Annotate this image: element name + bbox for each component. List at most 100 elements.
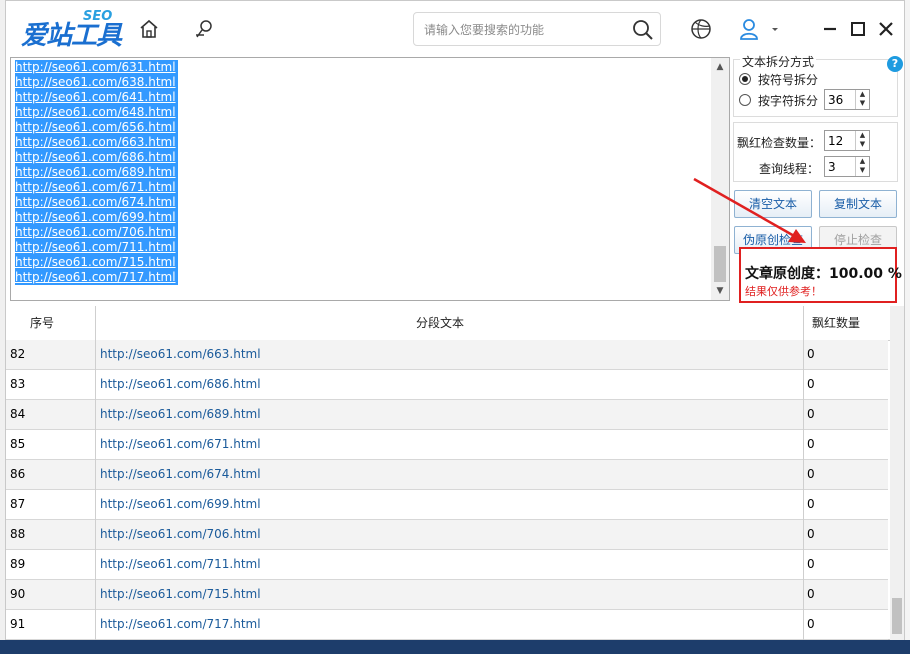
table-row[interactable]: 91 http://seo61.com/717.html 0 <box>6 610 888 640</box>
text-line[interactable]: http://seo61.com/671.html <box>15 180 178 195</box>
table-row[interactable]: 89 http://seo61.com/711.html 0 <box>6 550 888 580</box>
results-table: 序号 分段文本 飘红数量 82 http://seo61.com/663.html… <box>6 306 890 640</box>
copy-text-button[interactable]: 复制文本 <box>819 190 897 218</box>
text-line[interactable]: http://seo61.com/715.html <box>15 255 178 270</box>
cell-index: 82 <box>10 347 26 361</box>
stepper-up-icon[interactable]: ▲ <box>856 157 869 166</box>
text-line[interactable]: http://seo61.com/699.html <box>15 210 178 225</box>
cell-index: 84 <box>10 407 26 421</box>
table-row[interactable]: 88 http://seo61.com/706.html 0 <box>6 520 888 550</box>
table-header: 序号 分段文本 飘红数量 <box>6 306 890 341</box>
cell-text[interactable]: http://seo61.com/715.html <box>100 580 261 609</box>
table-row[interactable]: 84 http://seo61.com/689.html 0 <box>6 400 888 430</box>
user-icon[interactable] <box>737 17 761 41</box>
column-divider <box>95 306 96 640</box>
cell-index: 90 <box>10 587 26 601</box>
column-header-text[interactable]: 分段文本 <box>416 306 464 340</box>
table-row[interactable]: 85 http://seo61.com/671.html 0 <box>6 430 888 460</box>
radio-by-symbol-label: 按符号拆分 <box>758 73 819 87</box>
app-logo: 爱站工具包 SEO <box>21 9 122 88</box>
scrollbar-thumb[interactable] <box>714 246 726 282</box>
text-line[interactable]: http://seo61.com/689.html <box>15 165 178 180</box>
table-scrollbar-thumb[interactable] <box>892 598 902 634</box>
scroll-up-icon[interactable]: ▲ <box>715 62 725 72</box>
input-textarea[interactable]: http://seo61.com/631.html http://seo61.co… <box>10 57 730 301</box>
maximize-button[interactable] <box>846 17 870 41</box>
table-scrollbar[interactable] <box>890 306 904 640</box>
result-highlight-box: 文章原创度：100.00 % 结果仅供参考！ <box>739 247 902 303</box>
originality-result: 文章原创度：100.00 % <box>745 266 902 282</box>
table-row[interactable]: 86 http://seo61.com/674.html 0 <box>6 460 888 490</box>
stepper-down-icon[interactable]: ▼ <box>856 140 869 149</box>
cell-text[interactable]: http://seo61.com/674.html <box>100 460 261 489</box>
threads-stepper[interactable]: ▲▼ <box>824 156 870 177</box>
cell-index: 88 <box>10 527 26 541</box>
red-count-stepper[interactable]: ▲▼ <box>824 130 870 151</box>
stepper-down-icon[interactable]: ▼ <box>856 99 869 108</box>
text-line[interactable]: http://seo61.com/638.html <box>15 75 178 90</box>
cell-count: 0 <box>807 587 815 601</box>
cell-text[interactable]: http://seo61.com/706.html <box>100 520 261 549</box>
home-icon[interactable] <box>137 17 161 41</box>
char-count-stepper[interactable]: ▲▼ <box>824 89 870 110</box>
column-divider <box>803 306 804 640</box>
cell-count: 0 <box>807 497 815 511</box>
stepper-up-icon[interactable]: ▲ <box>856 131 869 140</box>
basketball-icon[interactable] <box>689 17 713 41</box>
help-icon[interactable]: ? <box>887 56 903 72</box>
cell-text[interactable]: http://seo61.com/689.html <box>100 400 261 429</box>
radio-by-symbol[interactable] <box>739 73 751 85</box>
red-count-label: 飘红检查数量： <box>737 136 822 150</box>
table-row[interactable]: 87 http://seo61.com/699.html 0 <box>6 490 888 520</box>
search-box[interactable] <box>413 12 661 46</box>
table-row[interactable]: 90 http://seo61.com/715.html 0 <box>6 580 888 610</box>
cell-index: 91 <box>10 617 26 631</box>
pin-icon[interactable] <box>192 17 216 41</box>
cell-index: 87 <box>10 497 26 511</box>
cell-text[interactable]: http://seo61.com/686.html <box>100 370 261 399</box>
cell-count: 0 <box>807 347 815 361</box>
cell-count: 0 <box>807 377 815 391</box>
minimize-button[interactable] <box>818 17 842 41</box>
text-line[interactable]: http://seo61.com/641.html <box>15 90 178 105</box>
text-line[interactable]: http://seo61.com/648.html <box>15 105 178 120</box>
close-button[interactable] <box>874 17 898 41</box>
column-header-index[interactable]: 序号 <box>30 306 54 340</box>
cell-index: 89 <box>10 557 26 571</box>
split-options-title: 文本拆分方式 <box>740 53 817 70</box>
search-icon[interactable] <box>632 19 654 41</box>
table-row[interactable]: 82 http://seo61.com/663.html 0 <box>6 340 888 370</box>
scroll-down-icon[interactable]: ▼ <box>715 286 725 296</box>
text-line[interactable]: http://seo61.com/674.html <box>15 195 178 210</box>
stepper-down-icon[interactable]: ▼ <box>856 166 869 175</box>
cell-index: 86 <box>10 467 26 481</box>
search-input[interactable] <box>422 19 626 41</box>
clear-text-button[interactable]: 清空文本 <box>734 190 812 218</box>
cell-count: 0 <box>807 407 815 421</box>
textarea-scrollbar[interactable]: ▲ ▼ <box>711 58 729 300</box>
cell-text[interactable]: http://seo61.com/663.html <box>100 340 261 369</box>
cell-count: 0 <box>807 617 815 631</box>
text-line[interactable]: http://seo61.com/686.html <box>15 150 178 165</box>
cell-text[interactable]: http://seo61.com/717.html <box>100 610 261 639</box>
stepper-up-icon[interactable]: ▲ <box>856 90 869 99</box>
threads-input[interactable] <box>828 159 850 174</box>
radio-by-char[interactable] <box>739 94 751 106</box>
cell-text[interactable]: http://seo61.com/711.html <box>100 550 261 579</box>
text-line[interactable]: http://seo61.com/717.html <box>15 270 178 285</box>
text-line[interactable]: http://seo61.com/656.html <box>15 120 178 135</box>
logo-seo-text: SEO <box>83 9 113 24</box>
cell-count: 0 <box>807 527 815 541</box>
text-line[interactable]: http://seo61.com/706.html <box>15 225 178 240</box>
text-line[interactable]: http://seo61.com/711.html <box>15 240 178 255</box>
text-line[interactable]: http://seo61.com/631.html <box>15 60 178 75</box>
column-header-count[interactable]: 飘红数量 <box>812 306 860 340</box>
title-bar: 爱站工具包 SEO <box>6 1 904 88</box>
table-row[interactable]: 83 http://seo61.com/686.html 0 <box>6 370 888 400</box>
char-count-input[interactable] <box>828 92 850 107</box>
cell-text[interactable]: http://seo61.com/671.html <box>100 430 261 459</box>
chevron-down-icon[interactable] <box>769 17 781 41</box>
red-count-input[interactable] <box>828 133 850 148</box>
cell-text[interactable]: http://seo61.com/699.html <box>100 490 261 519</box>
text-line[interactable]: http://seo61.com/663.html <box>15 135 178 150</box>
